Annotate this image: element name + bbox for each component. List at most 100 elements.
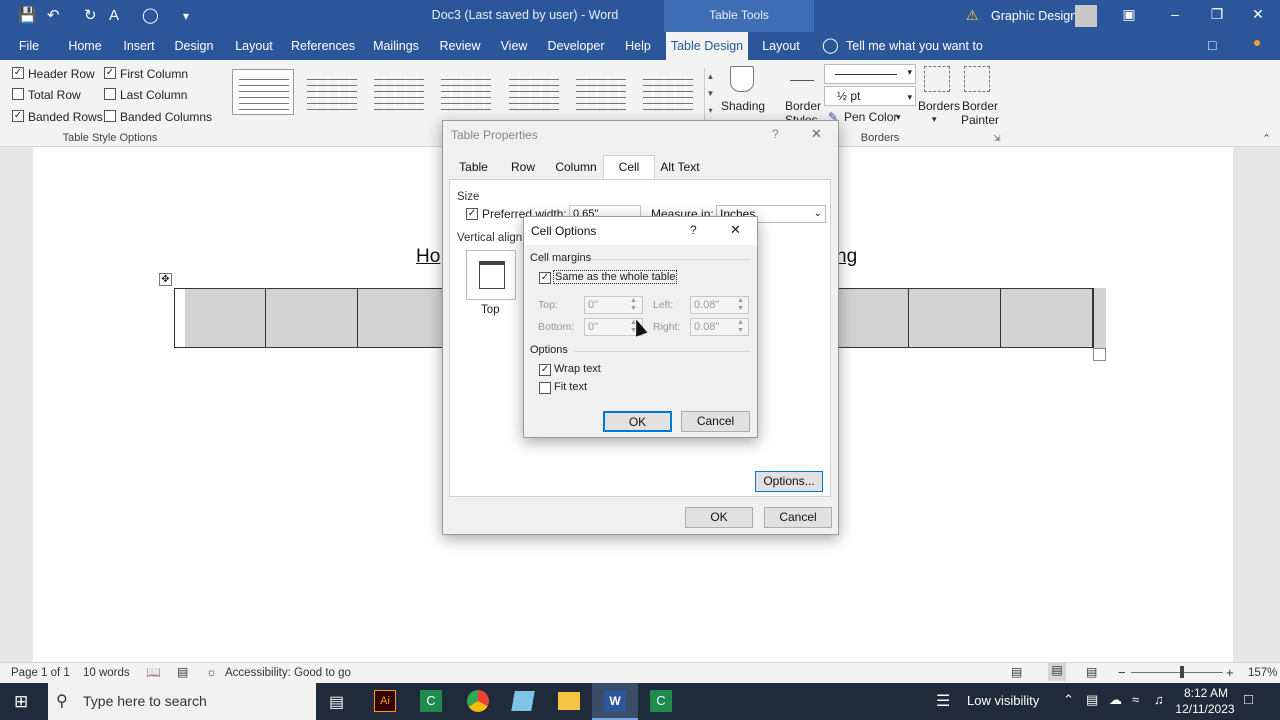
tab-view[interactable]: View bbox=[494, 32, 534, 60]
top-margin-spinner[interactable]: ▲ ▼ bbox=[630, 297, 637, 313]
border-painter-icon[interactable] bbox=[964, 66, 990, 92]
tell-me-search[interactable]: Tell me what you want to do bbox=[846, 32, 996, 81]
tab-design[interactable]: Design bbox=[170, 32, 218, 60]
line-style-dropdown[interactable]: ▾ bbox=[824, 64, 916, 84]
word-icon[interactable]: W bbox=[604, 690, 626, 712]
document-heading-left[interactable]: Ho bbox=[416, 246, 440, 268]
tab-row[interactable]: Row bbox=[505, 158, 541, 178]
cell-options-ok-button[interactable]: OK bbox=[603, 411, 672, 432]
help-icon[interactable]: ? bbox=[772, 127, 779, 141]
notifications-icon[interactable]: □ bbox=[1244, 691, 1253, 708]
borders-icon[interactable] bbox=[924, 66, 950, 92]
minimize-icon[interactable]: – bbox=[1160, 6, 1190, 22]
table-style-6[interactable] bbox=[569, 69, 631, 115]
tab-alt-text[interactable]: Alt Text bbox=[657, 158, 703, 178]
table-resize-handle[interactable] bbox=[1093, 348, 1106, 361]
read-mode-icon[interactable]: ▤ bbox=[1011, 665, 1022, 679]
tray-app-icon[interactable]: ▤ bbox=[1086, 692, 1098, 708]
tab-developer[interactable]: Developer bbox=[544, 32, 608, 60]
chrome-icon[interactable] bbox=[467, 690, 489, 712]
print-layout-icon[interactable]: ▤ bbox=[1048, 663, 1066, 681]
table-cell[interactable] bbox=[266, 289, 358, 347]
macro-icon[interactable]: ▤ bbox=[177, 665, 188, 679]
illustrator-icon[interactable]: Ai bbox=[374, 690, 396, 712]
border-painter-button[interactable]: Border Painter bbox=[960, 99, 1000, 127]
task-view-icon[interactable]: ▤ bbox=[329, 692, 344, 712]
table-properties-cancel-button[interactable]: Cancel bbox=[764, 507, 832, 528]
restore-icon[interactable]: ❐ bbox=[1202, 6, 1232, 23]
same-as-table-checkbox[interactable]: ✓ bbox=[539, 272, 551, 284]
shading-button[interactable]: Shading bbox=[721, 99, 765, 113]
table-properties-ok-button[interactable]: OK bbox=[685, 507, 753, 528]
tab-insert[interactable]: Insert bbox=[118, 32, 160, 60]
tab-home[interactable]: Home bbox=[62, 32, 108, 60]
zoom-slider-thumb[interactable] bbox=[1180, 666, 1184, 678]
tray-chevron-icon[interactable]: ⌃ bbox=[1063, 692, 1074, 708]
first-column-checkbox[interactable]: ✓ bbox=[104, 67, 116, 79]
align-top-option[interactable] bbox=[466, 250, 516, 300]
header-row-checkbox[interactable]: ✓ bbox=[12, 67, 24, 79]
word-count[interactable]: 10 words bbox=[83, 667, 130, 679]
cloud-icon[interactable]: ☁ bbox=[1109, 692, 1122, 708]
zoom-level[interactable]: 157% bbox=[1248, 667, 1277, 679]
preferred-width-checkbox[interactable]: ✓ bbox=[466, 208, 478, 220]
proofing-icon[interactable]: 📖 bbox=[146, 665, 161, 679]
tab-help[interactable]: Help bbox=[618, 32, 658, 60]
cell-options-close-icon[interactable]: ✕ bbox=[730, 222, 741, 238]
close-icon[interactable]: ✕ bbox=[811, 126, 822, 142]
zoom-in-icon[interactable]: + bbox=[1226, 665, 1234, 680]
banded-rows-checkbox[interactable]: ✓ bbox=[12, 110, 24, 122]
comments-icon[interactable]: □ bbox=[1208, 37, 1216, 53]
clock-time[interactable]: 8:12 AM bbox=[1176, 686, 1236, 700]
right-margin-spinner[interactable]: ▲ ▼ bbox=[737, 319, 744, 335]
tab-table-design[interactable]: Table Design bbox=[666, 32, 748, 60]
fit-text-checkbox[interactable] bbox=[539, 382, 551, 394]
table-style-7[interactable] bbox=[636, 69, 698, 115]
cell-options-help-icon[interactable]: ? bbox=[690, 223, 697, 237]
tab-layout[interactable]: Layout bbox=[228, 32, 280, 60]
last-column-checkbox[interactable] bbox=[104, 88, 116, 100]
notepad-icon[interactable] bbox=[511, 691, 535, 711]
tab-cell[interactable]: Cell bbox=[603, 155, 655, 179]
taskbar-search[interactable]: ⚲ Type here to search bbox=[48, 683, 316, 720]
cell-options-cancel-button[interactable]: Cancel bbox=[681, 411, 750, 432]
table-cell[interactable] bbox=[358, 289, 450, 347]
ribbon-display-icon[interactable]: ▣ bbox=[1114, 6, 1144, 23]
weather-status[interactable]: Low visibility bbox=[967, 693, 1039, 708]
zoom-slider[interactable] bbox=[1131, 672, 1223, 673]
camtasia-recorder-icon[interactable]: C bbox=[650, 690, 672, 712]
table-style-2[interactable] bbox=[300, 69, 362, 115]
dialog-launcher-icon[interactable]: ⇲ bbox=[993, 133, 1001, 144]
tab-table[interactable]: Table bbox=[451, 158, 496, 178]
document-heading-right[interactable]: ng bbox=[836, 246, 857, 268]
file-explorer-icon[interactable] bbox=[558, 692, 580, 710]
tab-references[interactable]: References bbox=[290, 32, 356, 60]
total-row-checkbox[interactable] bbox=[12, 88, 24, 100]
volume-icon[interactable]: ♫ bbox=[1154, 692, 1164, 707]
tab-mailings[interactable]: Mailings bbox=[366, 32, 426, 60]
warning-icon[interactable]: ⚠ bbox=[966, 7, 979, 24]
tab-column[interactable]: Column bbox=[551, 158, 601, 178]
table-move-handle[interactable]: ✥ bbox=[159, 273, 172, 286]
tab-table-layout[interactable]: Layout bbox=[756, 32, 806, 60]
shading-icon[interactable] bbox=[730, 66, 754, 92]
account-name[interactable]: Graphic Design bbox=[991, 9, 1077, 23]
pen-color-button[interactable]: Pen Color bbox=[844, 110, 897, 124]
table-style-4[interactable] bbox=[434, 69, 496, 115]
table-cell[interactable] bbox=[185, 289, 266, 347]
border-styles-icon[interactable] bbox=[790, 80, 814, 81]
borders-button[interactable]: Borders bbox=[918, 99, 960, 113]
accessibility-status[interactable]: Accessibility: Good to go bbox=[225, 667, 351, 679]
camtasia-icon[interactable]: C bbox=[420, 690, 442, 712]
table-style-5[interactable] bbox=[502, 69, 564, 115]
network-icon[interactable]: ≈ bbox=[1132, 692, 1139, 707]
border-styles-button[interactable]: Border Styles bbox=[785, 99, 821, 120]
table-cell[interactable] bbox=[1001, 289, 1093, 347]
wrap-text-checkbox[interactable]: ✓ bbox=[539, 364, 551, 376]
accessibility-icon[interactable]: ☼ bbox=[206, 665, 217, 679]
web-layout-icon[interactable]: ▤ bbox=[1086, 665, 1097, 679]
table-style-1[interactable] bbox=[232, 69, 294, 115]
banded-columns-checkbox[interactable] bbox=[104, 110, 116, 122]
close-window-icon[interactable]: ✕ bbox=[1243, 6, 1273, 23]
windows-start-icon[interactable]: ⊞ bbox=[14, 692, 28, 712]
